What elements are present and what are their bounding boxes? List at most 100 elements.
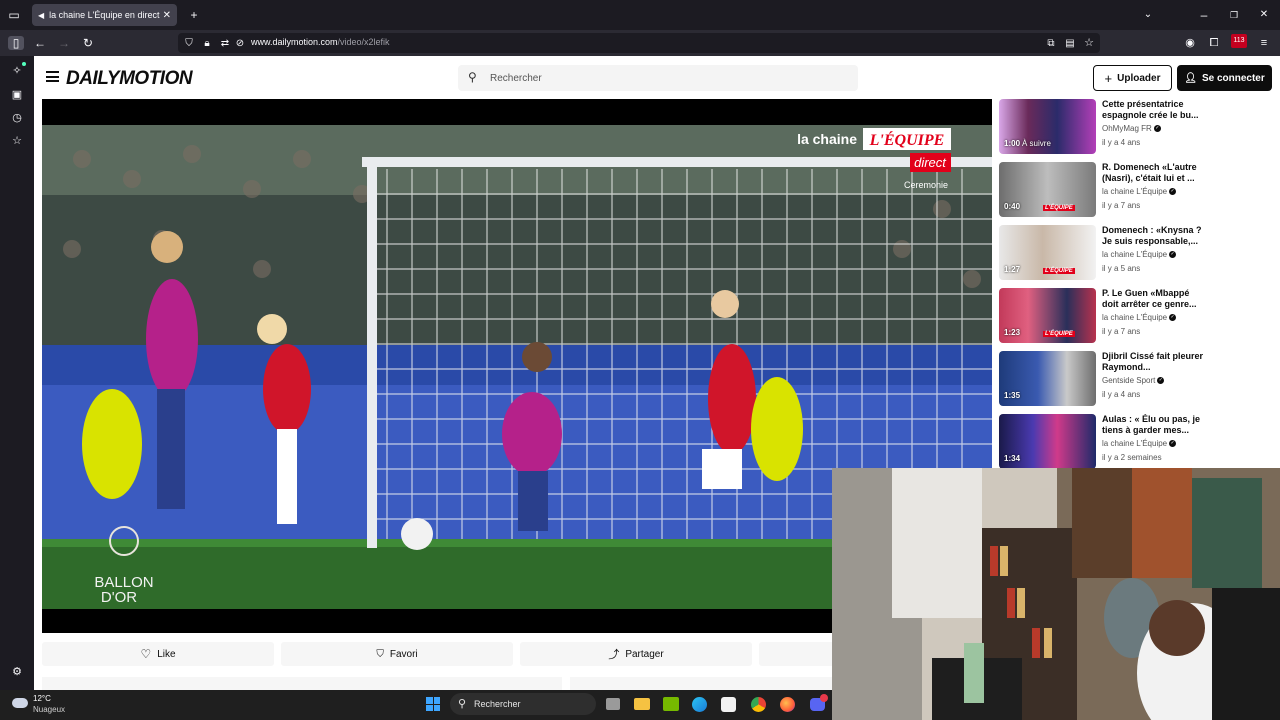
video-thumbnail[interactable]: 1:00 À suivre [999, 99, 1096, 154]
related-channel[interactable]: la chaine L'Équipe ✓ [1102, 187, 1177, 196]
status-dot [22, 62, 26, 66]
taskbar-search[interactable]: ⚲ Rechercher [450, 693, 596, 715]
login-label: Se connecter [1201, 72, 1265, 84]
adblock-badge[interactable]: 113 [1231, 34, 1247, 48]
related-date: il y a 5 ans [1102, 264, 1141, 273]
bookmarks-icon[interactable]: ☆ [9, 134, 25, 148]
back-icon[interactable]: ← [32, 36, 48, 50]
browser-tab-active[interactable]: ◀ la chaine L'Équipe en direct ✕ [32, 4, 177, 26]
weather-temp[interactable]: 12°C [33, 694, 51, 703]
sidebar-toggle-icon[interactable]: ▯ [8, 36, 24, 50]
dor-text: D'OR [101, 589, 137, 606]
related-title[interactable]: Djibril Cissé fait pleurer Raymond... [1102, 351, 1208, 373]
equipe-logo: L'ÉQUIPE [1043, 205, 1075, 211]
related-title[interactable]: Cette présentatrice espagnole crée le bu… [1102, 99, 1208, 121]
chrome-icon[interactable] [751, 697, 766, 712]
login-button[interactable]: 👤︎ Se connecter [1177, 65, 1272, 91]
upload-button[interactable]: + Uploader [1093, 65, 1172, 91]
ai-sparkle-icon[interactable]: ✧ [9, 64, 25, 78]
history-icon[interactable]: ◷ [9, 111, 25, 125]
video-thumbnail[interactable]: 1:34 [999, 414, 1096, 469]
related-date: il y a 7 ans [1102, 327, 1141, 336]
related-video[interactable]: L'ÉQUIPE 0:40 R. Domenech «L'autre (Nasr… [999, 162, 1239, 218]
store-icon[interactable] [721, 697, 736, 712]
channel-name: la chaine L'Équipe [1102, 250, 1168, 259]
video-thumbnail[interactable]: L'ÉQUIPE 0:40 [999, 162, 1096, 217]
related-channel[interactable]: la chaine L'Équipe ✓ [1102, 250, 1177, 259]
url-text[interactable]: www.dailymotion.com/video/x2lefik [251, 37, 390, 47]
related-title[interactable]: Domenech : «Knysna ? Je suis responsable… [1102, 225, 1208, 247]
bookmark-star-icon[interactable]: ☆ [1081, 36, 1097, 50]
dailymotion-logo[interactable]: DAILYMOTION [66, 68, 193, 90]
related-channel[interactable]: Gentside Sport ✓ [1102, 376, 1165, 385]
related-video[interactable]: 1:35 Djibril Cissé fait pleurer Raymond.… [999, 351, 1239, 407]
overlay-channel: la chaine [797, 131, 857, 147]
account-icon[interactable]: ◉ [1182, 36, 1198, 50]
nvidia-icon[interactable] [663, 697, 679, 711]
related-channel[interactable]: la chaine L'Équipe ✓ [1102, 439, 1177, 448]
reload-icon[interactable]: ↻ [80, 36, 96, 50]
hamburger-menu-icon[interactable] [46, 71, 59, 82]
taskbar-search-label: Rechercher [474, 699, 521, 709]
lock-icon[interactable]: 🔒︎ [199, 37, 215, 51]
forward-icon[interactable]: → [56, 36, 72, 50]
upload-label: Uploader [1117, 72, 1161, 84]
partager-label: Partager [625, 648, 664, 660]
favori-label: Favori [389, 648, 418, 660]
related-video[interactable]: L'ÉQUIPE 1:27 Domenech : «Knysna ? Je su… [999, 225, 1239, 281]
settings-icon[interactable]: ⚙ [9, 665, 25, 679]
weather-desc[interactable]: Nuageux [33, 705, 65, 714]
extensions-icon[interactable]: ⧠ [1206, 36, 1222, 50]
permissions-icon[interactable]: ⇄ [217, 37, 233, 51]
new-tab-icon[interactable]: + [186, 8, 202, 22]
partager-button[interactable]: ⤴ Partager [520, 642, 752, 666]
video-thumbnail[interactable]: L'ÉQUIPE 1:23 [999, 288, 1096, 343]
shield-icon[interactable]: ⛉ [181, 37, 197, 51]
related-channel[interactable]: OhMyMag FR ✓ [1102, 124, 1161, 133]
reader-view-icon[interactable]: ▤ [1062, 37, 1078, 51]
discord-badge [820, 694, 828, 702]
menu-icon[interactable]: ≡ [1256, 36, 1272, 50]
picture-in-picture-icon[interactable]: ⧉ [1043, 37, 1059, 51]
channel-name: la chaine L'Équipe [1102, 187, 1168, 196]
overlay-brand: L'ÉQUIPE [869, 130, 945, 149]
close-tab-icon[interactable]: ✕ [163, 10, 171, 21]
duration: 1:00 [1004, 139, 1021, 148]
related-video[interactable]: 1:34 Aulas : « Élu ou pas, je tiens à ga… [999, 414, 1239, 470]
search-input[interactable] [490, 69, 840, 87]
related-title[interactable]: Aulas : « Élu ou pas, je tiens à garder … [1102, 414, 1208, 436]
minimize-icon[interactable]: – [1196, 8, 1212, 22]
overlay-live: direct [914, 155, 947, 170]
speaker-icon[interactable]: ◀ [38, 11, 44, 20]
autoplay-blocked-icon[interactable]: ⊘ [232, 37, 248, 51]
firefox-icon[interactable] [780, 697, 795, 712]
list-tabs-icon[interactable]: ⌄ [1140, 8, 1156, 22]
webcam-frame [832, 468, 1280, 720]
search-box[interactable]: ⚲ [458, 65, 858, 91]
video-thumbnail[interactable]: 1:35 [999, 351, 1096, 406]
related-channel[interactable]: la chaine L'Équipe ✓ [1102, 313, 1177, 322]
video-thumbnail[interactable]: L'ÉQUIPE 1:27 [999, 225, 1096, 280]
windows-start-icon[interactable] [426, 697, 440, 711]
file-explorer-icon[interactable] [634, 698, 650, 710]
like-button[interactable]: ♡ Like [42, 642, 274, 666]
related-video[interactable]: L'ÉQUIPE 1:23 P. Le Guen «Mbappé doit ar… [999, 288, 1239, 344]
related-video[interactable]: 1:00 À suivre Cette présentatrice espagn… [999, 99, 1239, 155]
description-panel [42, 677, 562, 690]
restore-icon[interactable]: ❐ [1226, 8, 1242, 22]
search-icon[interactable]: ⚲ [468, 70, 477, 84]
related-title[interactable]: R. Domenech «L'autre (Nasri), c'était lu… [1102, 162, 1208, 184]
channel-name: la chaine L'Équipe [1102, 313, 1168, 322]
heart-icon: ♡ [140, 647, 152, 661]
weather-cloud-icon[interactable] [12, 698, 28, 708]
related-title[interactable]: P. Le Guen «Mbappé doit arrêter ce genre… [1102, 288, 1208, 310]
related-date: il y a 4 ans [1102, 390, 1141, 399]
url-domain: www.dailymotion.com [251, 37, 338, 47]
edge-icon[interactable] [692, 697, 707, 712]
synced-tabs-icon[interactable]: ▣ [9, 88, 25, 102]
task-view-icon[interactable] [606, 698, 620, 710]
browser-tab-bar: ▭ ◀ la chaine L'Équipe en direct ✕ + ⌄ –… [0, 0, 1280, 30]
favori-button[interactable]: ⛉ Favori [281, 642, 513, 666]
close-window-icon[interactable]: ✕ [1256, 8, 1272, 22]
tab-overview-icon[interactable]: ▭ [6, 8, 22, 22]
